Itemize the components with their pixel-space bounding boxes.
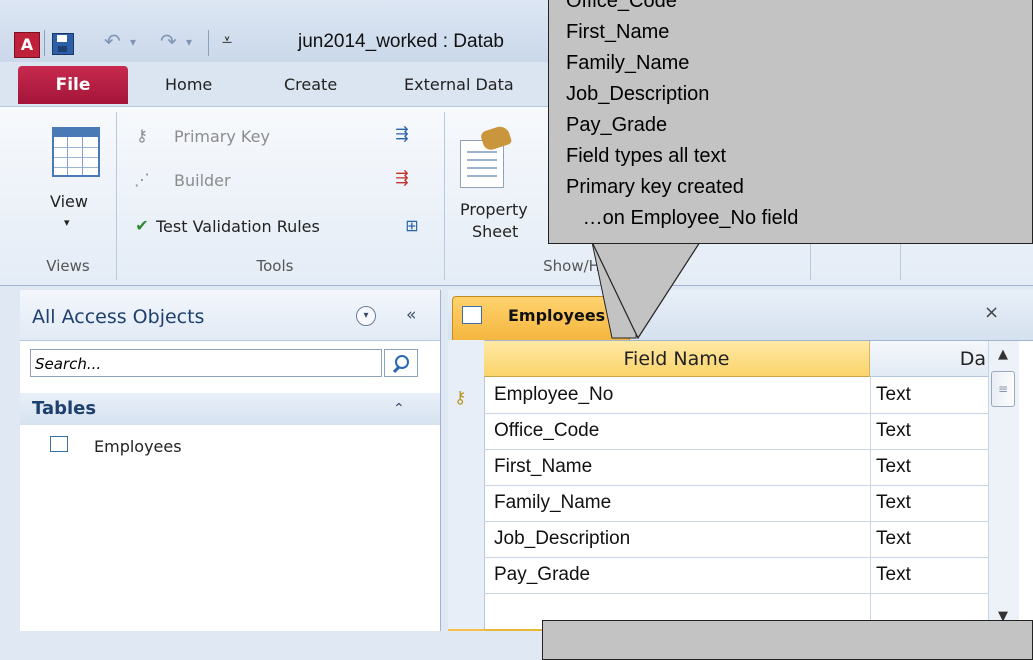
access-app-icon[interactable]: A xyxy=(14,32,40,58)
undo-icon[interactable]: ↶ xyxy=(104,26,121,56)
tab-home[interactable]: Home xyxy=(165,72,212,98)
property-sheet-button-line2: Sheet xyxy=(472,222,519,241)
data-type-cell[interactable]: Text xyxy=(876,449,911,485)
primary-key-icon: ⚷ xyxy=(454,388,467,408)
property-sheet-icon[interactable] xyxy=(458,124,514,188)
test-validation-icon[interactable]: ✔ xyxy=(132,216,152,236)
table-icon xyxy=(462,306,482,324)
primary-key-button[interactable]: Primary Key xyxy=(174,125,270,149)
data-type-cell[interactable]: Text xyxy=(876,521,911,557)
builder-button[interactable]: Builder xyxy=(174,169,231,193)
modify-lookups-icon[interactable]: ⊞ xyxy=(402,216,422,236)
save-icon[interactable] xyxy=(52,33,74,55)
callout-line: Job_Description xyxy=(566,83,710,105)
group-label-show-hide: Show/Hide xyxy=(543,257,623,275)
divider xyxy=(444,112,445,280)
undo-dropdown-icon[interactable]: ▾ xyxy=(130,31,136,53)
redo-dropdown-icon[interactable]: ▾ xyxy=(186,31,192,53)
data-type-cell[interactable]: Text xyxy=(876,413,911,449)
builder-icon[interactable]: ⋰ xyxy=(132,170,152,190)
divider xyxy=(116,112,117,280)
row-selector-column xyxy=(448,340,485,631)
property-sheet-button[interactable]: Property xyxy=(460,198,528,222)
collapse-pane-icon[interactable]: « xyxy=(406,304,416,326)
table-icon xyxy=(50,436,68,452)
view-button[interactable]: View xyxy=(50,190,88,214)
data-type-cell[interactable]: Text xyxy=(876,557,911,593)
chevron-down-icon[interactable]: ▾ xyxy=(64,216,70,230)
redo-icon[interactable]: ↷ xyxy=(160,26,177,56)
tables-group-label: Tables xyxy=(32,398,97,419)
callout-line: Family_Name xyxy=(566,52,690,74)
callout-line: Primary key created xyxy=(566,176,744,198)
field-name-cell[interactable]: First_Name xyxy=(494,449,592,485)
field-name-cell[interactable]: Employee_No xyxy=(494,377,613,413)
column-header-field-name[interactable]: Field Name xyxy=(484,341,870,377)
callout-line: Office_Code xyxy=(566,0,677,12)
field-name-cell[interactable]: Family_Name xyxy=(494,485,611,521)
search-icon[interactable] xyxy=(384,349,418,377)
divider xyxy=(44,30,45,56)
field-name-cell[interactable]: Pay_Grade xyxy=(494,557,590,593)
data-type-cell[interactable]: Text xyxy=(876,485,911,521)
customize-qat-icon[interactable]: ⩡ xyxy=(222,26,232,56)
close-icon[interactable]: × xyxy=(984,300,999,326)
callout-line: Field types all text xyxy=(566,145,727,167)
nav-search-input[interactable]: Search... xyxy=(30,349,382,377)
tab-file[interactable]: File xyxy=(18,66,128,104)
nav-menu-dropdown-icon[interactable]: ▾ xyxy=(356,306,376,326)
scroll-thumb[interactable]: ≡ xyxy=(991,371,1015,407)
tab-external-data[interactable]: External Data xyxy=(404,72,514,98)
scroll-up-icon[interactable]: ▲ xyxy=(990,345,1016,365)
callout-line: …on Employee_No field xyxy=(566,207,799,229)
callout-box-secondary xyxy=(542,620,1033,660)
chevron-up-icon[interactable]: ⌃ xyxy=(393,398,405,420)
column-header-data-type[interactable]: Da xyxy=(870,341,988,377)
data-type-cell[interactable]: Text xyxy=(876,377,911,413)
delete-rows-icon[interactable]: ⇶ xyxy=(392,168,412,188)
callout-line: First_Name xyxy=(566,21,670,43)
window-title: jun2014_worked : Datab xyxy=(298,31,504,52)
group-label-tools: Tools xyxy=(256,257,294,275)
field-name-cell[interactable]: Office_Code xyxy=(494,413,599,449)
divider xyxy=(208,30,209,56)
datasheet-view-icon[interactable] xyxy=(52,127,100,177)
test-validation-rules-button[interactable]: Test Validation Rules xyxy=(156,215,320,239)
nav-pane-title[interactable]: All Access Objects xyxy=(32,303,204,331)
callout-line: Pay_Grade xyxy=(566,114,668,136)
row-divider xyxy=(484,593,988,594)
document-tab-label: Employees xyxy=(508,306,606,325)
navigation-pane xyxy=(20,290,441,631)
insert-rows-icon[interactable]: ⇶ xyxy=(392,124,412,144)
group-label-views: Views xyxy=(46,257,90,275)
primary-key-icon[interactable]: ⚷ xyxy=(132,126,152,146)
field-name-cell[interactable]: Job_Description xyxy=(494,521,630,557)
tab-create[interactable]: Create xyxy=(284,72,337,98)
nav-item-employees[interactable]: Employees xyxy=(94,435,182,459)
